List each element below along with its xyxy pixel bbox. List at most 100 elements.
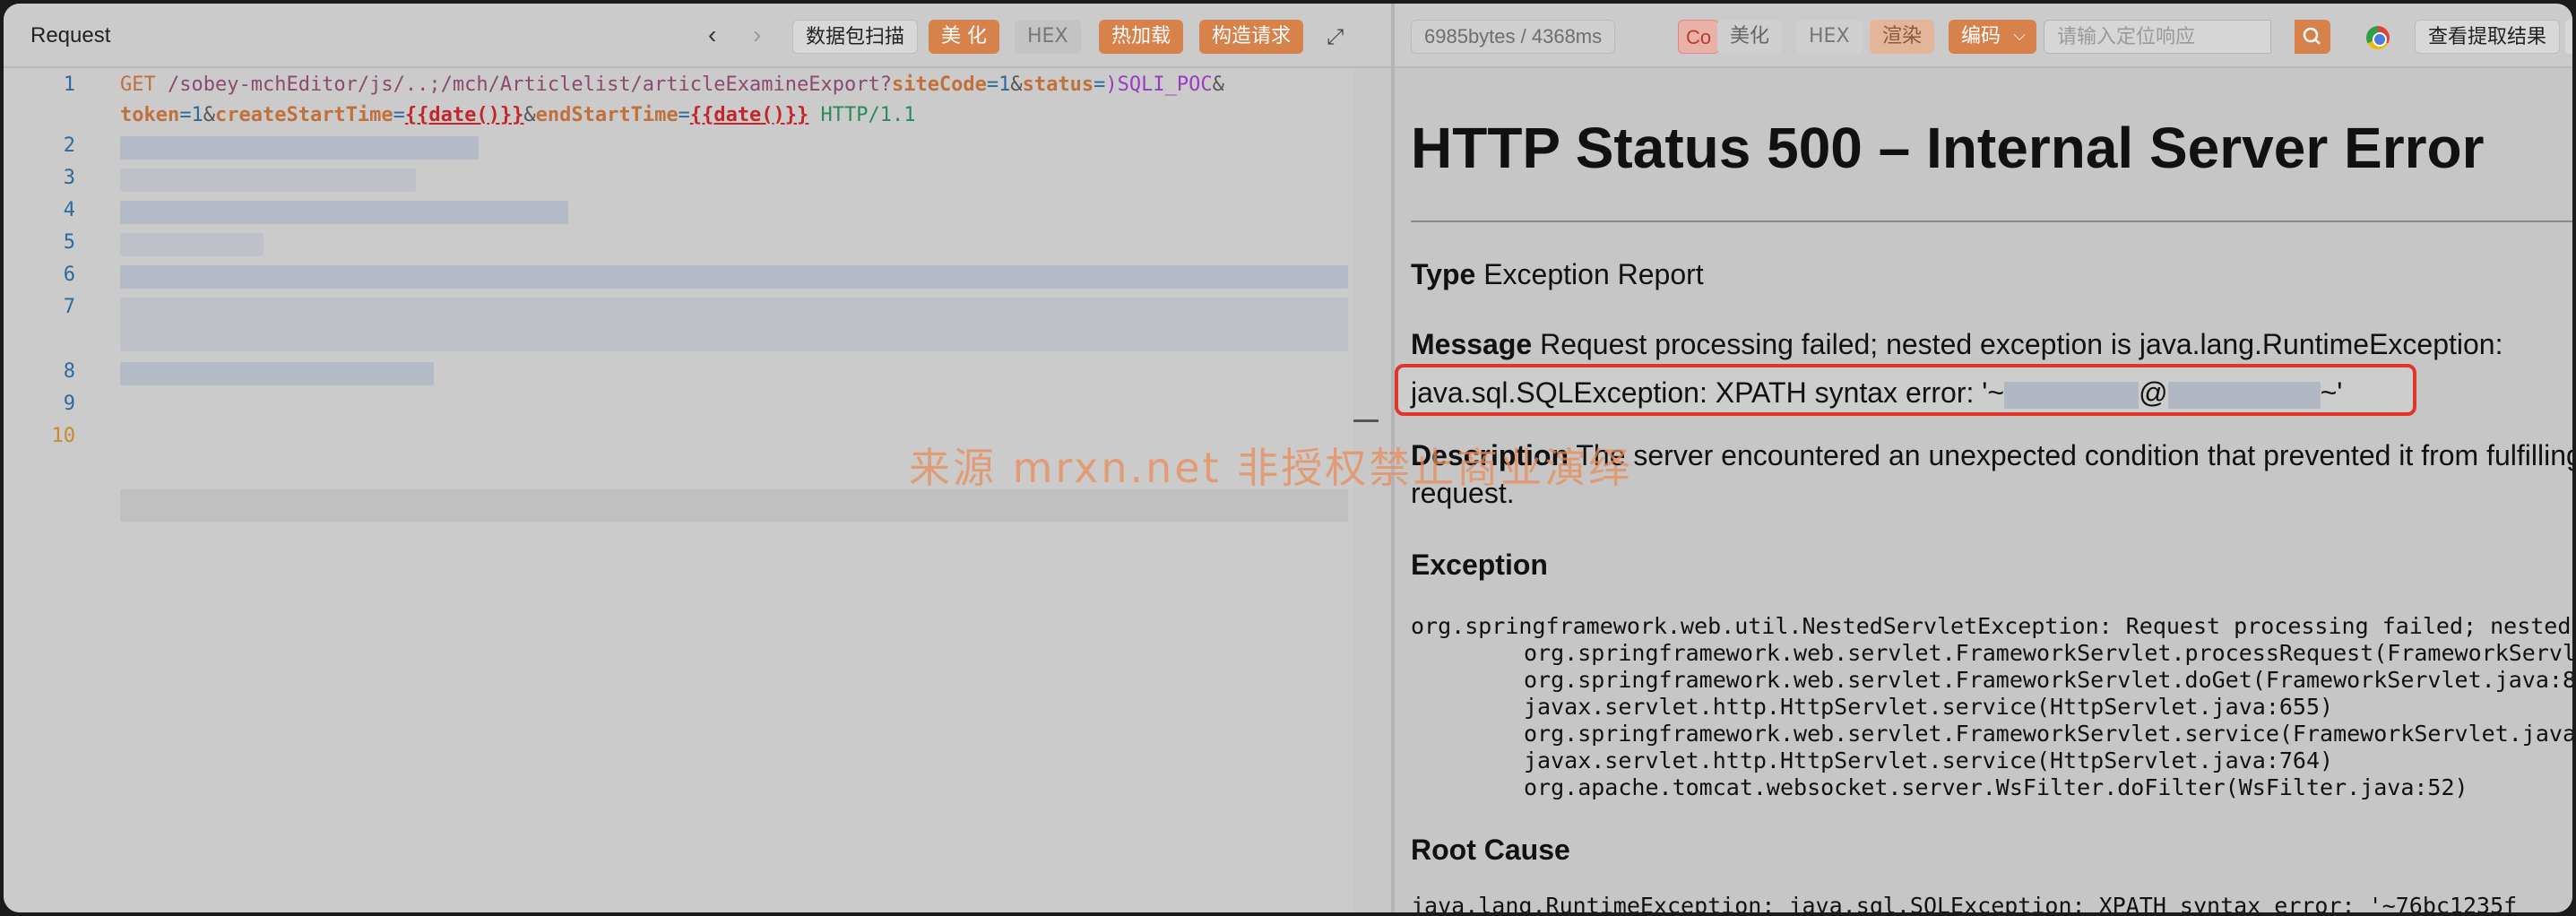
root-cause-line: java.lang.RuntimeException: java.sql.SQL… [1411, 893, 2518, 912]
equals-sign: = [986, 73, 999, 96]
redacted-header [120, 265, 1348, 289]
request-path: /sobey-mchEditor/js/..;/mch/Articlelist/… [168, 73, 892, 96]
response-stats: 6985bytes / 4368ms [1411, 20, 1616, 54]
request-line-continued: token=1&createStartTime={{date()}}&endSt… [120, 104, 916, 126]
template-variable: {{date()}} [404, 104, 524, 126]
beautify-button[interactable]: 美 化 [929, 20, 999, 54]
stack-line-text: org.springframework.web.servlet.Framewor… [1524, 667, 2572, 693]
http-method: GET [120, 73, 156, 96]
equals-sign: = [393, 104, 405, 126]
line-number: 4 [63, 199, 75, 221]
stack-line: org.springframework.web.servlet.Framewor… [1411, 640, 2572, 667]
back-arrow-icon[interactable]: ‹ [708, 20, 716, 50]
toolbar-edge [2565, 20, 2572, 54]
encoding-dropdown[interactable]: 编码 ⌵ [1949, 20, 2037, 54]
construct-request-button[interactable]: 构造请求 [1199, 20, 1304, 54]
sql-error-highlight: java.sql.SQLException: XPATH syntax erro… [1395, 364, 2416, 416]
stack-line: org.springframework.web.servlet.Framewor… [1411, 721, 2572, 747]
redacted-header [120, 298, 1348, 351]
response-search-field[interactable] [2044, 20, 2271, 54]
panel-resize-handle[interactable] [1353, 419, 1379, 422]
view-extract-results-button[interactable]: 查看提取结果 [2415, 20, 2561, 54]
type-row: Type Exception Report [1411, 258, 1704, 291]
redacted-header [120, 362, 434, 385]
stack-line: org.springframework.web.servlet.Framewor… [1411, 667, 2572, 694]
co-button[interactable]: Co [1678, 20, 1720, 54]
stack-trace: org.springframework.web.util.NestedServl… [1411, 613, 2572, 801]
at-sign: @ [2139, 376, 2168, 409]
param-name: status [1022, 73, 1094, 96]
param-name: createStartTime [214, 104, 393, 126]
exception-heading: Exception [1411, 549, 1548, 581]
param-name: endStartTime [535, 104, 679, 126]
forward-arrow-icon[interactable]: › [753, 20, 761, 50]
sql-error-text: java.sql.SQLException: XPATH syntax erro… [1411, 376, 2342, 410]
response-search-input[interactable] [2044, 21, 2270, 53]
message-label: Message [1411, 328, 1533, 360]
line-number: 6 [63, 264, 75, 286]
toolbar: Request ‹ › 数据包扫描 美 化 HEX 热加载 构造请求 ⤢ 698… [4, 4, 2572, 68]
response-beautify-button[interactable]: 美化 [1717, 20, 1783, 54]
redacted-header [120, 169, 416, 192]
stack-line-text: org.apache.tomcat.websocket.server.WsFil… [1524, 774, 2468, 800]
type-label: Type [1411, 258, 1476, 290]
line-number: 9 [63, 393, 75, 415]
equals-sign: = [179, 104, 192, 126]
heading-rule [1411, 220, 2572, 222]
line-number: 8 [63, 360, 75, 383]
expand-icon[interactable]: ⤢ [1327, 25, 1344, 50]
equals-sign: = [1094, 73, 1106, 96]
param-name: token [120, 104, 180, 126]
ampersand: & [1212, 73, 1224, 96]
error-heading: HTTP Status 500 – Internal Server Error [1411, 116, 2485, 180]
stack-line: org.apache.tomcat.websocket.server.WsFil… [1411, 774, 2572, 801]
param-value: 1 [191, 104, 203, 126]
redacted-value [2167, 381, 2321, 409]
watermark: 来源 mrxn.net 非授权禁止商业演绎 [909, 444, 1633, 492]
injection-payload: )SQLI_POC [1105, 73, 1213, 96]
chevron-down-icon: ⌵ [2013, 26, 2027, 45]
redacted-header [120, 233, 264, 256]
stack-line: javax.servlet.http.HttpServlet.service(H… [1411, 747, 2572, 774]
app-window: Request ‹ › 数据包扫描 美 化 HEX 热加载 构造请求 ⤢ 698… [4, 4, 2572, 912]
message-value: Request processing failed; nested except… [1540, 328, 2503, 360]
hot-load-button[interactable]: 热加载 [1099, 20, 1184, 54]
stack-line-text: javax.servlet.http.HttpServlet.service(H… [1524, 747, 2334, 773]
search-button[interactable] [2295, 20, 2330, 54]
http-protocol: HTTP/1.1 [820, 104, 916, 126]
ampersand: & [523, 104, 536, 126]
root-cause-heading: Root Cause [1411, 834, 1570, 866]
hex-button[interactable]: HEX [1015, 20, 1081, 54]
line-number: 3 [63, 167, 75, 189]
chrome-icon[interactable] [2366, 26, 2390, 49]
stack-line: org.springframework.web.util.NestedServl… [1411, 613, 2572, 639]
encoding-label: 编码 [1961, 25, 2001, 48]
request-line: GET /sobey-mchEditor/js/..;/mch/Articlel… [120, 73, 1224, 96]
redacted-header [120, 136, 479, 160]
redacted-value [2004, 381, 2139, 409]
line-number: 1 [63, 73, 75, 96]
stack-line-text: org.springframework.web.servlet.Framewor… [1524, 721, 2572, 747]
equals-sign: = [678, 104, 690, 126]
redacted-header [120, 201, 568, 224]
message-row: Message Request processing failed; neste… [1411, 328, 2503, 361]
ampersand: & [203, 104, 215, 126]
render-button[interactable]: 渲染 [1870, 20, 1935, 54]
response-hex-button[interactable]: HEX [1796, 20, 1863, 54]
search-icon [2303, 27, 2321, 45]
template-variable: {{date()}} [689, 104, 809, 126]
type-value: Exception Report [1483, 258, 1704, 290]
line-number: 7 [63, 296, 75, 318]
line-number: 2 [63, 134, 75, 157]
request-panel-title: Request [30, 23, 111, 48]
stack-line-text: org.springframework.web.servlet.Framewor… [1524, 640, 2572, 666]
description-value: The server encountered an unexpected con… [1576, 439, 2572, 471]
param-name: siteCode [891, 73, 987, 96]
ampersand: & [1010, 73, 1023, 96]
sql-error-suffix: ~' [2320, 376, 2343, 409]
param-value: 1 [998, 73, 1011, 96]
packet-scan-button[interactable]: 数据包扫描 [792, 20, 919, 54]
line-number: 10 [51, 425, 76, 447]
stack-line: javax.servlet.http.HttpServlet.service(H… [1411, 694, 2572, 721]
line-number: 5 [63, 231, 75, 254]
